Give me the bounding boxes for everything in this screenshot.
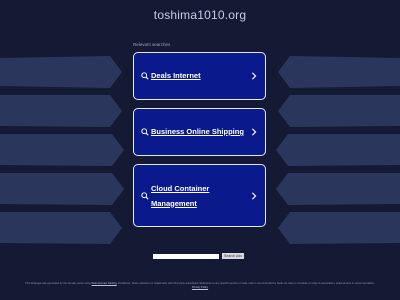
search-card-deals-internet[interactable]: Deals Internet <box>133 52 266 100</box>
footer-disclaimer: This webpage was generated by the domain… <box>20 282 380 289</box>
search-form: Search Ads <box>153 253 244 259</box>
footer-text-part1: This webpage was generated by the domain… <box>25 282 91 285</box>
search-card-label: Business Online Shipping <box>151 127 244 136</box>
sedo-parking-link[interactable]: Sedo Domain Parking <box>92 282 117 285</box>
search-icon <box>139 128 151 136</box>
search-card-cloud-container-management[interactable]: Cloud Container Management <box>133 164 266 227</box>
search-icon <box>139 72 151 80</box>
search-card-label-line1: Cloud Container <box>151 183 210 193</box>
search-ads-button[interactable]: Search Ads <box>222 253 244 259</box>
chevron-right-icon <box>248 128 260 136</box>
chevron-right-icon <box>248 72 260 80</box>
related-searches-label: Relevant searches <box>133 42 171 47</box>
search-input[interactable] <box>153 253 219 259</box>
search-card-label: Deals Internet <box>151 71 201 80</box>
search-card-label-line2: Management <box>151 198 197 208</box>
search-card-business-online-shipping[interactable]: Business Online Shipping <box>133 108 266 156</box>
footer-text-part2: . Disclaimer: Sedo maintains no relation… <box>116 282 375 285</box>
search-card-label: Cloud Container Management <box>151 181 248 211</box>
domain-title: toshima1010.org <box>153 8 247 22</box>
search-icon <box>139 191 151 200</box>
privacy-policy-link[interactable]: Privacy Policy <box>192 286 208 289</box>
chevron-right-icon <box>248 191 260 200</box>
